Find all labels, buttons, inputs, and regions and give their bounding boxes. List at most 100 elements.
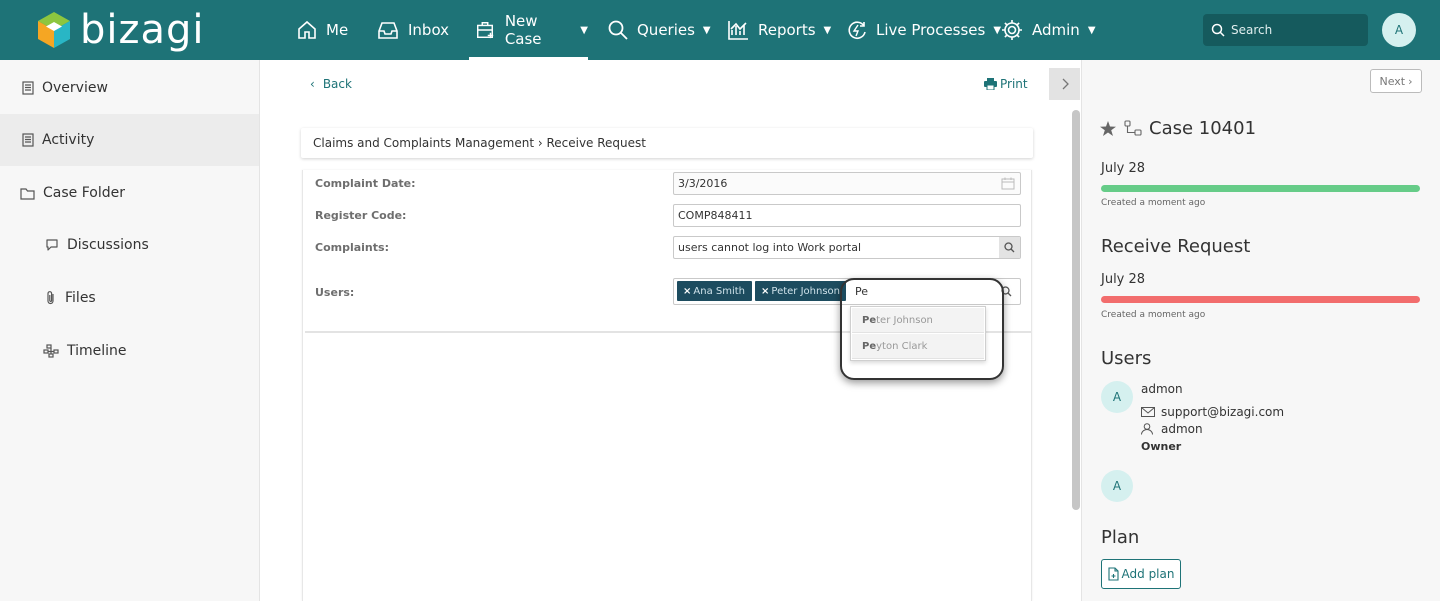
bizagi-logo[interactable]: bizagi: [36, 6, 205, 54]
star-icon[interactable]: [1100, 121, 1116, 136]
add-plan-button[interactable]: Add plan: [1101, 559, 1181, 589]
user-avatar[interactable]: A: [1382, 13, 1416, 47]
plan-heading: Plan: [1101, 527, 1140, 548]
chevron-down-icon: ▼: [823, 24, 832, 36]
folder-icon: [20, 187, 35, 200]
sidebar-item-case-folder[interactable]: Case Folder: [0, 167, 259, 219]
remove-chip-icon[interactable]: ×: [761, 286, 769, 297]
avatar[interactable]: A: [1101, 381, 1133, 413]
calendar-icon[interactable]: [1001, 177, 1015, 190]
nav-label-queries: Queries: [637, 21, 695, 39]
top-navigation-bar: bizagi Me Inbox New Case ▼ Queries ▼ Rep…: [0, 0, 1440, 60]
breadcrumb: Claims and Complaints Management › Recei…: [301, 128, 1033, 158]
envelope-icon: [1141, 407, 1155, 417]
case-progress-bar: [1101, 185, 1420, 192]
bizagi-cube-icon: [38, 12, 70, 48]
complaint-date-label: Complaint Date:: [315, 177, 416, 190]
nav-label-admin: Admin: [1032, 21, 1080, 39]
user-icon: [1141, 423, 1153, 435]
complaint-date-field[interactable]: 3/3/2016: [673, 172, 1021, 195]
chevron-down-icon: ▼: [702, 24, 711, 36]
printer-icon: [984, 78, 997, 90]
avatar[interactable]: A: [1101, 470, 1133, 502]
complaints-value: users cannot log into Work portal: [678, 241, 862, 254]
case-date: July 28: [1101, 161, 1146, 176]
user-chip-ana-smith[interactable]: × Ana Smith: [677, 281, 752, 301]
sidebar-item-files[interactable]: Files: [0, 272, 259, 324]
remove-chip-icon[interactable]: ×: [683, 286, 691, 297]
chip-label: Ana Smith: [693, 285, 746, 297]
chart-icon: [728, 21, 748, 40]
print-label: Print: [1000, 77, 1028, 91]
sidebar-item-label: Files: [65, 290, 96, 306]
user-username-row: admon: [1141, 422, 1203, 436]
search-icon: [1004, 242, 1015, 253]
collapse-panel-button[interactable]: [1049, 68, 1080, 100]
sidebar-item-activity[interactable]: Activity: [0, 114, 259, 166]
global-search[interactable]: [1203, 14, 1368, 46]
register-code-field[interactable]: COMP848411: [673, 204, 1021, 227]
new-case-icon: [477, 21, 494, 39]
search-icon: [608, 20, 628, 40]
add-plan-label: Add plan: [1121, 567, 1175, 581]
chevron-down-icon: ▼: [1087, 24, 1096, 36]
next-label: Next: [1379, 74, 1406, 88]
print-link[interactable]: Print: [984, 77, 1028, 91]
search-input[interactable]: [1231, 23, 1361, 37]
chevron-right-icon: ›: [1408, 74, 1413, 88]
logo-text: bizagi: [80, 7, 205, 53]
user-name: admon: [1141, 382, 1183, 396]
nav-label-live-processes: Live Processes: [876, 21, 986, 39]
chevron-down-icon: ▼: [580, 24, 588, 36]
chevron-right-icon: [1062, 78, 1069, 90]
main-scrollbar[interactable]: [1072, 110, 1080, 510]
add-file-icon: [1107, 567, 1119, 581]
case-sidebar: Overview Activity Case Folder Discussion…: [0, 60, 260, 601]
process-icon: [1124, 120, 1142, 136]
sidebar-item-overview[interactable]: Overview: [0, 62, 259, 114]
sidebar-item-label: Discussions: [67, 237, 149, 253]
activity-date: July 28: [1101, 272, 1146, 287]
user-chip-peter-johnson[interactable]: × Peter Johnson: [755, 281, 846, 301]
case-created-note: Created a moment ago: [1101, 198, 1206, 208]
live-processes-icon: [848, 21, 866, 39]
user-email: support@bizagi.com: [1161, 405, 1285, 419]
sidebar-item-label: Case Folder: [43, 185, 125, 201]
nav-label-me: Me: [326, 21, 349, 39]
chip-label: Peter Johnson: [771, 285, 840, 297]
case-details-panel: [1081, 60, 1440, 601]
search-icon: [1211, 23, 1225, 37]
complaint-date-value: 3/3/2016: [678, 177, 728, 190]
highlight-ring: [840, 278, 1004, 380]
activity-form: [302, 170, 1032, 601]
back-label: Back: [322, 77, 352, 91]
nav-item-live-processes[interactable]: Live Processes ▼: [846, 0, 1001, 60]
next-button[interactable]: Next ›: [1370, 69, 1422, 93]
nav-label-reports: Reports: [758, 21, 816, 39]
nav-label-inbox: Inbox: [408, 21, 450, 39]
sidebar-item-discussions[interactable]: Discussions: [0, 219, 259, 271]
sidebar-item-label: Activity: [42, 132, 95, 148]
sidebar-item-timeline[interactable]: Timeline: [0, 325, 259, 377]
nav-item-reports[interactable]: Reports ▼: [726, 0, 831, 60]
nav-label-new-case: New Case: [504, 12, 542, 48]
nav-item-new-case[interactable]: New Case ▼: [469, 0, 588, 60]
nav-item-admin[interactable]: Admin ▼: [1000, 0, 1096, 60]
user-role: Owner: [1141, 440, 1182, 453]
chevron-left-icon: ‹: [310, 77, 315, 91]
nav-item-inbox[interactable]: Inbox: [376, 0, 449, 60]
inbox-icon: [378, 22, 398, 39]
back-link[interactable]: ‹ Back: [310, 77, 352, 91]
sidebar-item-label: Overview: [42, 80, 108, 96]
register-code-label: Register Code:: [315, 209, 407, 222]
complaints-field[interactable]: users cannot log into Work portal: [673, 236, 1021, 259]
activity-created-note: Created a moment ago: [1101, 310, 1206, 320]
register-code-value: COMP848411: [678, 209, 753, 222]
complaints-search-button[interactable]: [999, 237, 1020, 258]
nav-item-queries[interactable]: Queries ▼: [607, 0, 711, 60]
case-title: Case 10401: [1149, 118, 1257, 139]
timeline-icon: [43, 344, 59, 358]
user-email-row: support@bizagi.com: [1141, 405, 1284, 419]
paperclip-icon: [47, 291, 54, 305]
nav-item-me[interactable]: Me: [296, 0, 348, 60]
